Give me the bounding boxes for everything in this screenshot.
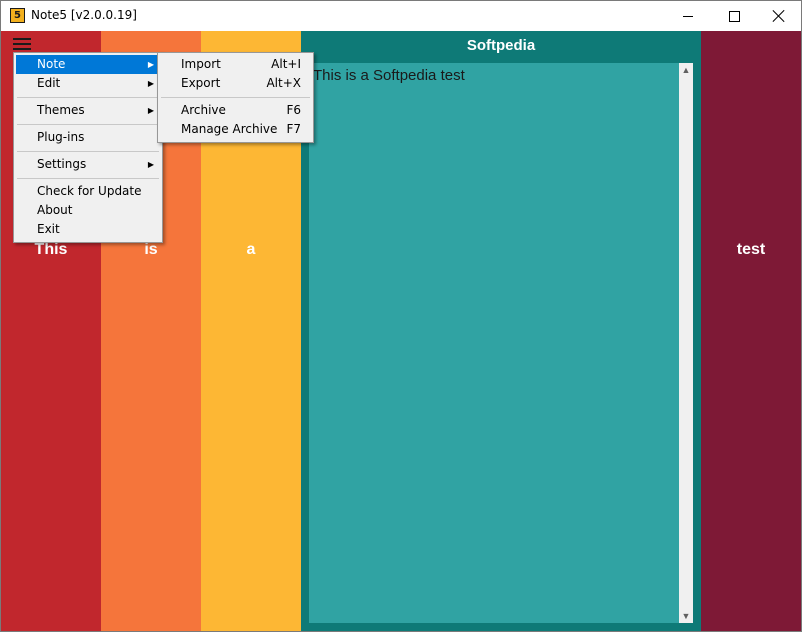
note-text: This is a Softpedia test [313, 67, 465, 84]
minimize-button[interactable] [665, 1, 711, 31]
column-word: a [246, 241, 256, 258]
close-button[interactable] [756, 1, 801, 31]
submenu-arrow-icon: ▶ [147, 60, 154, 69]
menu-item-label: Manage Archive [181, 122, 278, 136]
submenu-arrow-icon: ▶ [147, 79, 154, 88]
submenu-arrow-icon: ▶ [147, 160, 154, 169]
main-menu: Note ▶ Edit ▶ Themes ▶ Plug-ins Settings… [13, 52, 163, 243]
column-word: test [736, 241, 766, 258]
menu-item-label: Import [181, 57, 221, 71]
menu-item-manage-archive[interactable]: Manage Archive F7 [160, 120, 311, 139]
maximize-icon [728, 10, 740, 22]
shortcut-label: F6 [286, 103, 301, 117]
vertical-scrollbar[interactable]: ▲ ▼ [679, 63, 693, 623]
menu-item-label: About [37, 203, 73, 217]
shortcut-label: Alt+X [266, 76, 301, 90]
menu-item-label: Exit [37, 222, 60, 236]
menu-separator [17, 151, 159, 152]
menu-separator [17, 124, 159, 125]
menu-item-label: Check for Update [37, 184, 142, 198]
menu-item-about[interactable]: About [16, 201, 160, 220]
menu-item-import[interactable]: Import Alt+I [160, 55, 311, 74]
menu-separator [17, 178, 159, 179]
menu-separator [161, 97, 310, 98]
column-word: is [144, 241, 158, 258]
maximize-button[interactable] [711, 1, 757, 31]
menu-item-note[interactable]: Note ▶ [16, 55, 160, 74]
submenu-arrow-icon: ▶ [147, 106, 154, 115]
menu-item-exit[interactable]: Exit [16, 220, 160, 239]
menu-item-themes[interactable]: Themes ▶ [16, 101, 160, 120]
menu-item-label: Edit [37, 76, 61, 90]
shortcut-label: F7 [286, 122, 301, 136]
close-icon [773, 10, 785, 22]
app-icon[interactable]: 5 [10, 8, 25, 23]
menu-item-check-for-update[interactable]: Check for Update [16, 182, 160, 201]
scroll-down-arrow-icon[interactable]: ▼ [679, 609, 693, 623]
title-bar[interactable]: 5 Note5 [v2.0.0.19] [1, 1, 801, 31]
menu-item-edit[interactable]: Edit ▶ [16, 74, 160, 93]
note-title[interactable]: Softpedia [301, 31, 701, 61]
menu-item-label: Archive [181, 103, 226, 117]
menu-item-label: Note [37, 57, 66, 71]
shortcut-label: Alt+I [271, 57, 301, 71]
menu-item-archive[interactable]: Archive F6 [160, 101, 311, 120]
menu-item-export[interactable]: Export Alt+X [160, 74, 311, 93]
scroll-up-arrow-icon[interactable]: ▲ [679, 63, 693, 77]
menu-item-plugins[interactable]: Plug-ins [16, 128, 160, 147]
menu-item-label: Export [181, 76, 221, 90]
column-word: This [34, 241, 68, 258]
app-window: 5 Note5 [v2.0.0.19] This is a Softpedia … [0, 0, 802, 632]
menu-item-settings[interactable]: Settings ▶ [16, 155, 160, 174]
menu-item-label: Themes [37, 103, 85, 117]
note-textarea[interactable]: This is a Softpedia test [309, 63, 679, 623]
note-column-5[interactable]: test [701, 31, 801, 631]
note-submenu: Import Alt+I Export Alt+X Archive F6 Man… [157, 52, 314, 143]
hamburger-menu-icon[interactable] [13, 38, 31, 52]
menu-item-label: Settings [37, 157, 87, 171]
window-title: Note5 [v2.0.0.19] [31, 8, 137, 22]
menu-separator [17, 97, 159, 98]
menu-item-label: Plug-ins [37, 130, 85, 144]
minimize-icon [683, 15, 693, 17]
active-note-column: Softpedia This is a Softpedia test ▲ ▼ [301, 31, 701, 631]
